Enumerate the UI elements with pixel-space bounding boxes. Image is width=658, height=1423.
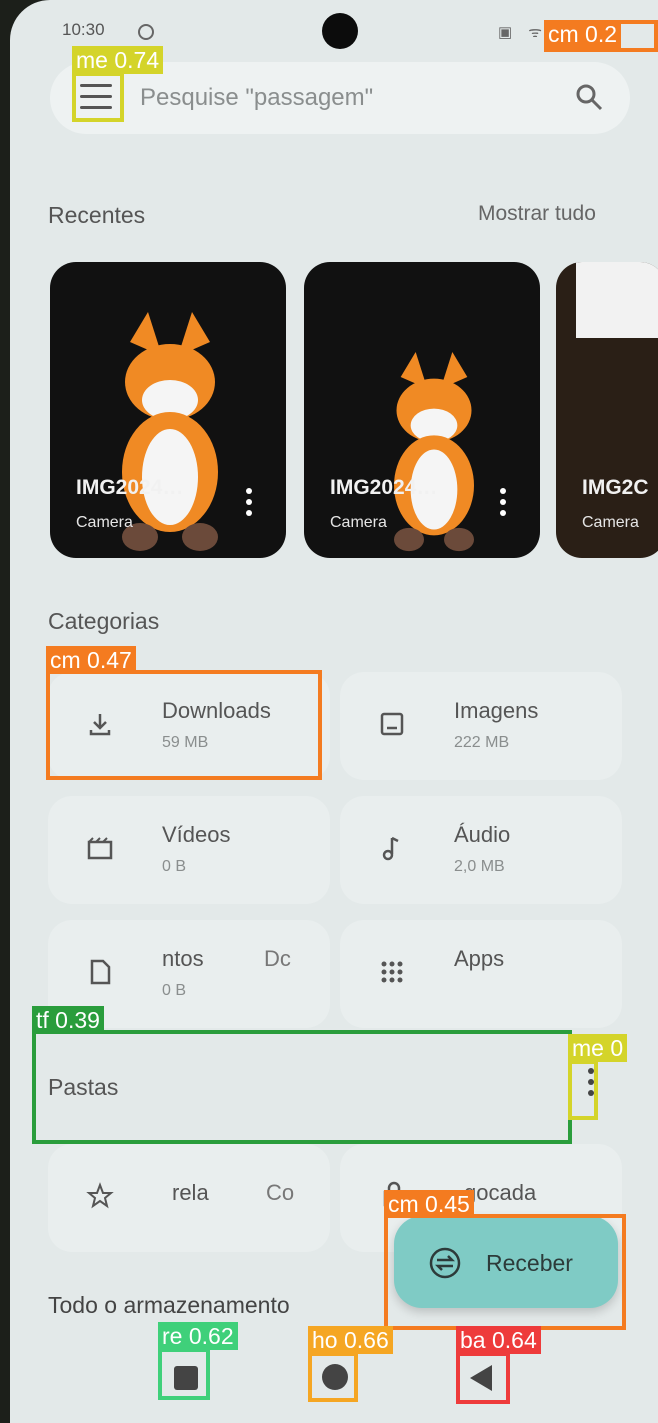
- detection-box: [384, 1214, 626, 1330]
- detection-box: [32, 1030, 572, 1144]
- thumbnail-image: [394, 352, 474, 552]
- categories-title: Categorias: [48, 608, 160, 634]
- more-options-icon[interactable]: [500, 488, 506, 518]
- camera-cutout: [322, 13, 358, 49]
- detection-label: tf 0.39: [32, 1006, 104, 1034]
- recent-file-card[interactable]: IMG2C Camera: [556, 262, 658, 558]
- category-size: 0 B: [162, 858, 187, 875]
- category-name: gocada: [464, 1180, 537, 1205]
- category-apps[interactable]: Apps: [340, 920, 622, 1028]
- category-images[interactable]: Imagens 222 MB: [340, 672, 622, 780]
- detection-box: [46, 670, 322, 780]
- recents-title: Recentes: [48, 202, 146, 228]
- all-storage-title: Todo o armazenamento: [48, 1292, 290, 1318]
- detection-label: cm 0.2: [544, 20, 622, 48]
- music-note-icon: [382, 836, 399, 861]
- detection-label: me 0.74: [72, 46, 164, 74]
- status-icons: ▣ ᯤ: [497, 24, 548, 41]
- detection-box: [568, 1060, 598, 1120]
- detection-label: ho 0.66: [308, 1326, 393, 1354]
- detection-box: [158, 1348, 210, 1400]
- category-favorites[interactable]: rela Co: [48, 1144, 330, 1252]
- detection-label: me 0: [568, 1034, 628, 1062]
- document-icon: [90, 959, 111, 985]
- category-name: Apps: [454, 946, 505, 971]
- category-size: 2,0 MB: [454, 858, 505, 875]
- detection-label: cm 0.45: [384, 1190, 474, 1218]
- apps-grid-icon: [381, 961, 403, 983]
- detection-box: [308, 1352, 358, 1402]
- detection-label: ba 0.64: [456, 1326, 541, 1354]
- recent-file-name: IMG2C: [582, 476, 649, 499]
- category-size: 0 B: [162, 982, 187, 999]
- recent-file-source: Camera: [76, 514, 133, 531]
- recent-file-source: Camera: [330, 514, 387, 531]
- status-notification-icon: [138, 24, 154, 40]
- show-all-link[interactable]: Mostrar tudo: [478, 202, 596, 226]
- detection-label: re 0.62: [158, 1322, 238, 1350]
- video-icon: [87, 837, 113, 860]
- recent-file-card[interactable]: IMG2024… Camera: [304, 262, 540, 558]
- category-size: 222 MB: [454, 734, 510, 751]
- recent-file-card[interactable]: IMG2024… Camera: [50, 262, 286, 558]
- category-name: ntos: [162, 946, 204, 971]
- more-options-icon[interactable]: [246, 488, 252, 518]
- detection-label: cm 0.47: [46, 646, 136, 674]
- star-icon: [86, 1182, 114, 1209]
- recent-file-name: IMG2024…: [76, 476, 184, 499]
- search-input[interactable]: Pesquise "passagem": [140, 84, 373, 112]
- detection-box: [456, 1352, 510, 1404]
- thumbnail-image: [576, 262, 658, 338]
- category-audio[interactable]: Áudio 2,0 MB: [340, 796, 622, 904]
- category-name-fragment: Dc: [264, 946, 291, 971]
- search-icon[interactable]: [574, 82, 604, 112]
- category-name: Áudio: [454, 822, 511, 847]
- category-name: Imagens: [454, 698, 539, 723]
- category-name: Vídeos: [162, 822, 231, 847]
- recent-file-name: IMG2024…: [330, 476, 438, 499]
- status-time: 10:30: [62, 20, 105, 39]
- category-videos[interactable]: Vídeos 0 B: [48, 796, 330, 904]
- category-name: rela: [172, 1180, 209, 1205]
- detection-box: [72, 72, 124, 122]
- image-icon: [380, 712, 404, 736]
- category-name-fragment: Co: [266, 1180, 295, 1205]
- recent-file-source: Camera: [582, 514, 639, 531]
